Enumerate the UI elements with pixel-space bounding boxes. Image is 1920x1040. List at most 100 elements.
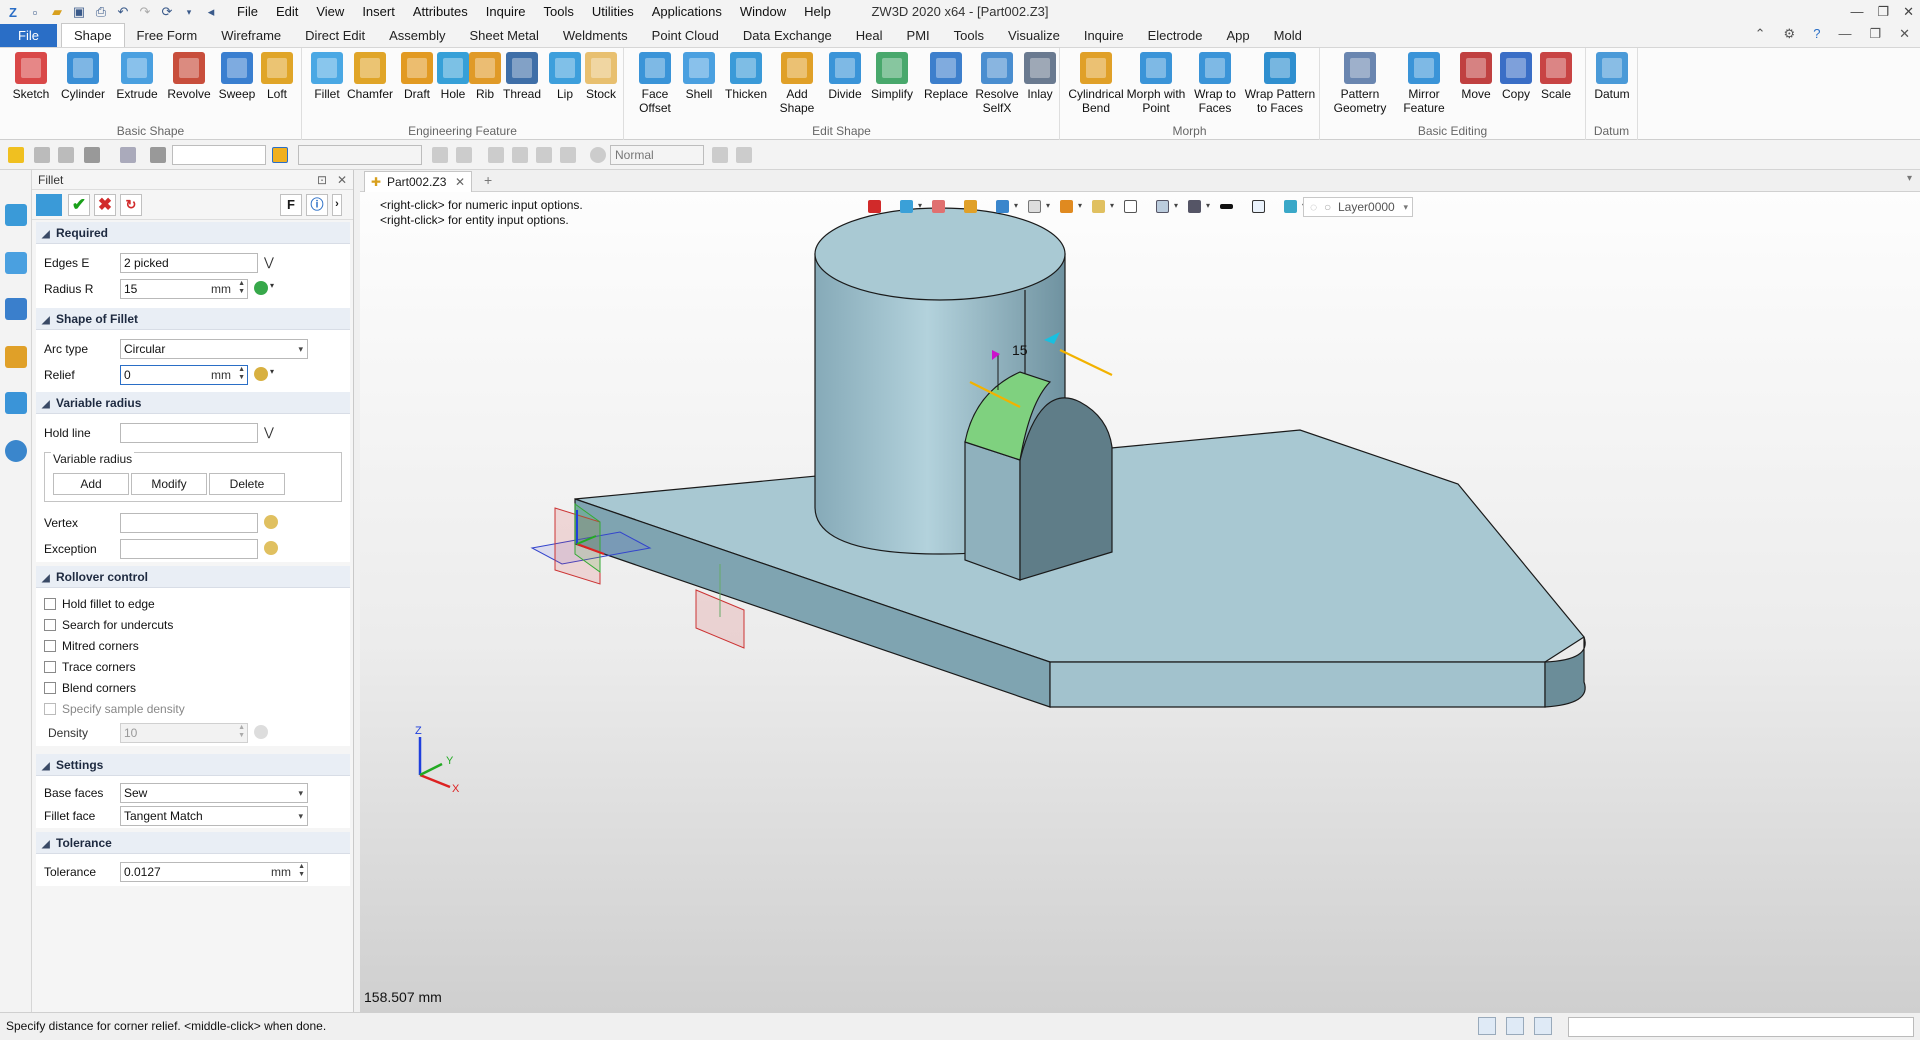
replace-button[interactable]: Replace bbox=[920, 50, 972, 101]
exit-view-button[interactable] bbox=[865, 198, 891, 216]
panel-close-icon[interactable]: ✕ bbox=[337, 170, 347, 190]
simplify-button[interactable]: Simplify bbox=[866, 50, 918, 101]
relief-spinner-icon[interactable]: ▲ ▼ bbox=[238, 366, 245, 382]
minimize-icon[interactable]: — bbox=[1850, 0, 1863, 24]
copy-button[interactable]: Copy bbox=[1496, 50, 1536, 101]
pattern-geometry-button[interactable]: Pattern Geometry bbox=[1328, 50, 1392, 115]
tab-data-exchange[interactable]: Data Exchange bbox=[731, 24, 844, 47]
loft-button[interactable]: Loft bbox=[254, 50, 300, 101]
inlay-button[interactable]: Inlay bbox=[1020, 50, 1060, 101]
tab-wireframe[interactable]: Wireframe bbox=[209, 24, 293, 47]
menu-attributes[interactable]: Attributes bbox=[404, 0, 477, 24]
menu-edit[interactable]: Edit bbox=[267, 0, 307, 24]
cylinder-top-face[interactable] bbox=[814, 207, 1066, 301]
add-shape-button[interactable]: Add Shape bbox=[774, 50, 820, 115]
tolerance-field[interactable]: 0.0127 mm ▲ ▼ bbox=[120, 862, 308, 882]
visual-manager-icon[interactable] bbox=[5, 298, 27, 320]
pick-combo[interactable] bbox=[298, 145, 422, 165]
customize-dropdown-icon[interactable]: ▾ bbox=[180, 3, 198, 21]
boss-front-face[interactable] bbox=[1019, 397, 1113, 581]
hold-line-field[interactable] bbox=[120, 423, 258, 443]
restore-icon[interactable]: ❐ bbox=[1877, 0, 1889, 24]
expand-double-chevron-icon[interactable]: ⋁ bbox=[264, 425, 274, 439]
grid-snap-icon[interactable] bbox=[456, 147, 472, 163]
filter-list-icon[interactable] bbox=[150, 147, 166, 163]
display-mode-button[interactable]: ▾ bbox=[993, 198, 1019, 216]
tab-heal[interactable]: Heal bbox=[844, 24, 895, 47]
new-tab-plus-icon[interactable]: + bbox=[484, 172, 492, 188]
3d-viewport[interactable]: 15 Z X Y <right-click> for numeric input… bbox=[360, 192, 1920, 1012]
settings-gear-icon[interactable]: ⚙ bbox=[1784, 26, 1796, 42]
save-icon[interactable]: ▣ bbox=[70, 3, 88, 21]
doc-restore-icon[interactable]: ❐ bbox=[1869, 26, 1881, 42]
menu-help[interactable]: Help bbox=[795, 0, 840, 24]
ok-button[interactable]: ✔ bbox=[68, 194, 90, 216]
menu-view[interactable]: View bbox=[307, 0, 353, 24]
radius-measure-icon[interactable] bbox=[254, 281, 268, 295]
delete-button[interactable]: Delete bbox=[209, 473, 285, 495]
thread-button[interactable]: Thread bbox=[499, 50, 545, 101]
cylinder-button[interactable]: Cylinder bbox=[60, 50, 106, 101]
tab-file[interactable]: File bbox=[0, 24, 57, 47]
tab-pmi[interactable]: PMI bbox=[895, 24, 942, 47]
section-tolerance-header[interactable]: ◢ Tolerance bbox=[36, 832, 350, 854]
print-icon[interactable]: ⎙ bbox=[92, 3, 110, 21]
menu-file[interactable]: File bbox=[228, 0, 267, 24]
trace-corners-checkbox[interactable] bbox=[44, 661, 56, 673]
lock-icon[interactable] bbox=[560, 147, 576, 163]
user-profile-icon[interactable] bbox=[5, 440, 27, 462]
expand-double-chevron-icon[interactable]: ⋁ bbox=[264, 255, 274, 269]
arc-type-select[interactable]: Circular ▾ bbox=[120, 339, 308, 359]
layout-icon[interactable] bbox=[1478, 1017, 1496, 1035]
doc-close-icon[interactable]: ✕ bbox=[1899, 26, 1910, 42]
cancel-button[interactable]: ✖ bbox=[94, 194, 116, 216]
cursor-icon[interactable] bbox=[712, 147, 728, 163]
tolerance-spinner-icon[interactable]: ▲ ▼ bbox=[298, 863, 305, 879]
part-library-icon[interactable] bbox=[5, 346, 27, 368]
tab-assembly[interactable]: Assembly bbox=[377, 24, 457, 47]
tab-electrode[interactable]: Electrode bbox=[1136, 24, 1215, 47]
section-rollover-header[interactable]: ◢ Rollover control bbox=[36, 566, 350, 588]
filter-combo[interactable] bbox=[172, 145, 266, 165]
menu-applications[interactable]: Applications bbox=[643, 0, 731, 24]
tab-direct-edit[interactable]: Direct Edit bbox=[293, 24, 377, 47]
radius-field[interactable]: 15 mm ▲ ▼ bbox=[120, 279, 248, 299]
circle-select-icon[interactable] bbox=[120, 147, 136, 163]
back-arrow-icon[interactable]: ◂ bbox=[202, 3, 220, 21]
apply-button[interactable]: ↻ bbox=[120, 194, 142, 216]
menu-inquire[interactable]: Inquire bbox=[477, 0, 535, 24]
tab-app[interactable]: App bbox=[1215, 24, 1262, 47]
redo-icon[interactable]: ↷ bbox=[136, 3, 154, 21]
background-button[interactable] bbox=[1249, 198, 1275, 216]
thicken-button[interactable]: Thicken bbox=[720, 50, 772, 101]
mirror-feature-button[interactable]: Mirror Feature bbox=[1396, 50, 1452, 115]
tab-sheet-metal[interactable]: Sheet Metal bbox=[458, 24, 551, 47]
move-button[interactable]: Move bbox=[1456, 50, 1496, 101]
shaded-view-button[interactable] bbox=[961, 198, 987, 216]
assembly-manager-icon[interactable] bbox=[5, 252, 27, 274]
vertex-field[interactable] bbox=[120, 513, 258, 533]
tab-free-form[interactable]: Free Form bbox=[125, 24, 210, 47]
mitred-corners-checkbox[interactable] bbox=[44, 640, 56, 652]
pick-face-icon[interactable] bbox=[84, 147, 100, 163]
morph-with-point-button[interactable]: Morph with Point bbox=[1126, 50, 1186, 115]
section-view-button[interactable]: ▾ bbox=[1057, 198, 1083, 216]
snap-icon[interactable] bbox=[432, 147, 448, 163]
blend-corners-checkbox[interactable] bbox=[44, 682, 56, 694]
section-variable-header[interactable]: ◢ Variable radius bbox=[36, 392, 350, 414]
align-right-icon[interactable] bbox=[536, 147, 552, 163]
undo-icon[interactable]: ↶ bbox=[114, 3, 132, 21]
tab-visualize[interactable]: Visualize bbox=[996, 24, 1072, 47]
resolve-selfx-button[interactable]: Resolve SelfX bbox=[972, 50, 1022, 115]
base-faces-select[interactable]: Sew ▾ bbox=[120, 783, 308, 803]
radius-spinner-icon[interactable]: ▲ ▼ bbox=[238, 280, 245, 296]
density-field[interactable]: 10 ▲ ▼ bbox=[120, 723, 248, 743]
edges-field[interactable]: 2 picked bbox=[120, 253, 258, 273]
vertex-pick-icon[interactable] bbox=[264, 515, 278, 529]
tab-mold[interactable]: Mold bbox=[1262, 24, 1314, 47]
menu-window[interactable]: Window bbox=[731, 0, 795, 24]
scale-button[interactable]: Scale bbox=[1536, 50, 1576, 101]
relief-measure-icon[interactable] bbox=[254, 367, 268, 381]
close-icon[interactable]: ✕ bbox=[1903, 0, 1914, 24]
regen-icon[interactable]: ⟳ bbox=[158, 3, 176, 21]
